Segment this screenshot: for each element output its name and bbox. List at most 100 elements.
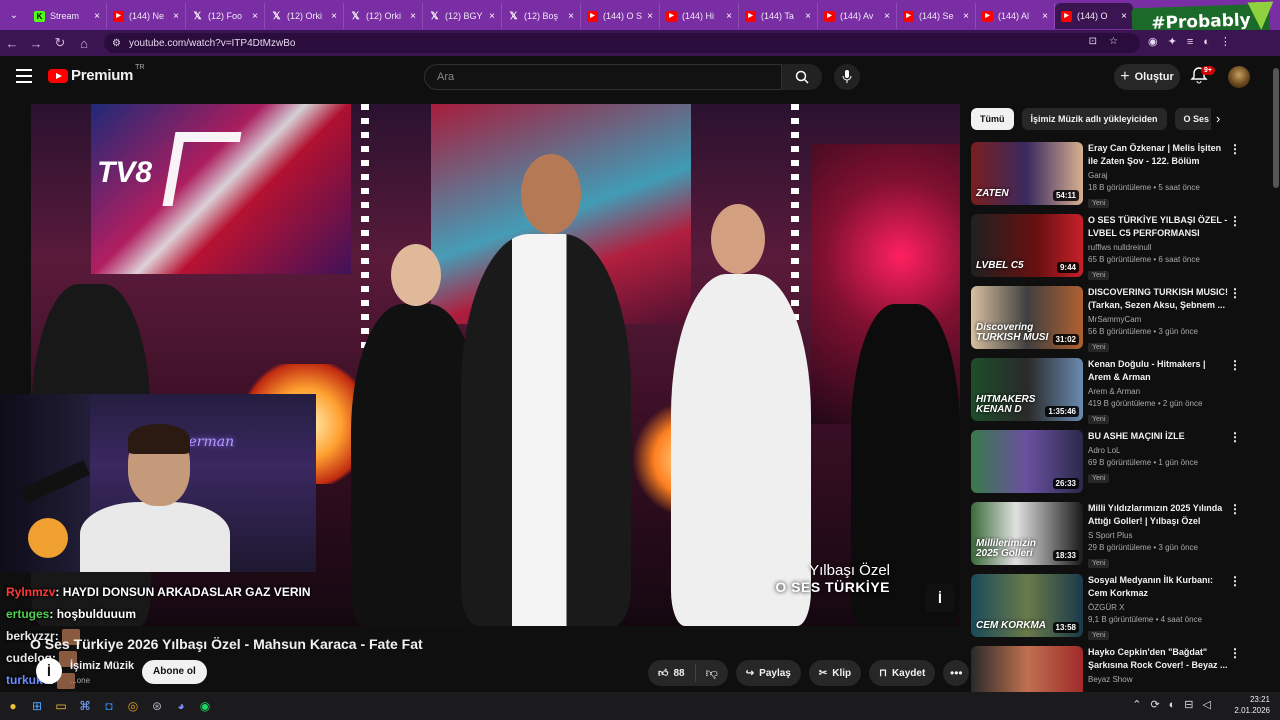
new-badge: Yeni xyxy=(1088,631,1110,640)
close-tab-icon[interactable]: × xyxy=(94,11,100,22)
close-tab-icon[interactable]: × xyxy=(173,11,179,22)
clip-button[interactable]: ✂ Klip xyxy=(808,660,862,686)
menu-icon[interactable] xyxy=(16,69,32,83)
recommended-video[interactable]: 26:33 BU ASHE MAÇINI İZLE Adro LoL 69 B gör… xyxy=(971,430,1245,502)
close-tab-icon[interactable]: × xyxy=(252,11,258,22)
browser-tab[interactable]: 𝕏 (12) Foo × xyxy=(186,3,265,29)
more-options-icon[interactable]: ⋮ xyxy=(1229,646,1241,660)
search-input[interactable]: Ara xyxy=(424,64,782,90)
recommended-video[interactable]: HITMAKERS KENAN D 1:35:46 Kenan Doğulu - H… xyxy=(971,358,1245,430)
forward-icon[interactable]: → xyxy=(24,36,48,51)
browser-tab[interactable]: ▶ (144) Al × xyxy=(976,3,1055,29)
new-badge: Yeni xyxy=(1088,415,1110,424)
bookmark-icon[interactable]: ⊡☆ xyxy=(1089,36,1130,47)
video-thumbnail[interactable]: 26:33 xyxy=(971,430,1083,493)
close-tab-icon[interactable]: × xyxy=(489,11,495,22)
close-tab-icon[interactable]: × xyxy=(647,11,653,22)
discord-icon[interactable]: ◕ xyxy=(170,697,192,715)
system-tray-icon[interactable]: ⌃⟳◐⊟◁ xyxy=(1132,698,1220,711)
home-icon[interactable]: ⌂ xyxy=(72,36,96,51)
browser-tab[interactable]: ▶ (144) Av × xyxy=(818,3,897,29)
browser-tab[interactable]: 𝕏 (12) Boş × xyxy=(502,3,581,29)
browser-tab[interactable]: ▶ (144) Ta × xyxy=(739,3,818,29)
browser-tab[interactable]: ▶ (144) O S × xyxy=(581,3,660,29)
browser-tab[interactable]: ▶ (144) Hi × xyxy=(660,3,739,29)
view-stats: 419 B görüntüleme • 2 gün önce xyxy=(1088,399,1203,408)
close-tab-icon[interactable]: × xyxy=(1121,11,1127,22)
chrome-icon[interactable]: ◎ xyxy=(122,697,144,715)
channel-watermark-logo xyxy=(162,132,242,206)
browser-tab-bar: ⌄ K Stream × ▶ (144) Ne × 𝕏 (12) Foo × 𝕏 (12) Orki… xyxy=(0,0,1280,30)
close-tab-icon[interactable]: × xyxy=(331,11,337,22)
video-thumbnail[interactable]: Millilerimizin 2025 Golleri 18:33 xyxy=(971,502,1083,565)
close-tab-icon[interactable]: × xyxy=(568,11,574,22)
channel-name[interactable]: İşimiz Müzik xyxy=(70,660,134,672)
browser-tab[interactable]: ▶ (144) Se × xyxy=(897,3,976,29)
more-options-icon[interactable]: ⋮ xyxy=(1229,574,1241,588)
recommended-video[interactable]: Discovering TURKISH MUSI 31:02 DISCOVERING… xyxy=(971,286,1245,358)
browser-tab[interactable]: K Stream × xyxy=(28,3,107,29)
close-tab-icon[interactable]: × xyxy=(884,11,890,22)
dev-app-icon[interactable]: ⌘ xyxy=(74,697,96,715)
video-thumbnail[interactable]: Discovering TURKISH MUSI 31:02 xyxy=(971,286,1083,349)
video-thumbnail[interactable]: ZATEN 54:11 xyxy=(971,142,1083,205)
share-button[interactable]: ↪ Paylaş xyxy=(735,660,801,686)
taskbar-clock[interactable]: 23:21 2.01.2026 xyxy=(1234,694,1270,716)
close-tab-icon[interactable]: × xyxy=(805,11,811,22)
more-options-icon[interactable]: ⋮ xyxy=(1229,142,1241,156)
more-options-icon[interactable]: ⋮ xyxy=(1229,502,1241,516)
recommended-video[interactable]: ZATEN 54:11 Eray Can Özkenar | Melis İşite… xyxy=(971,142,1245,214)
reload-icon[interactable]: ↻ xyxy=(48,35,72,51)
close-tab-icon[interactable]: × xyxy=(726,11,732,22)
tab-search-icon[interactable]: ⌄ xyxy=(0,0,28,30)
outlook-icon[interactable]: ◘ xyxy=(98,697,120,715)
address-bar[interactable]: ⚙ youtube.com/watch?v=ITP4DtMzwBo ⊡☆ xyxy=(104,33,1140,53)
video-thumbnail[interactable]: CEM KORKMA 13:58 xyxy=(971,574,1083,637)
more-options-icon[interactable]: ⋮ xyxy=(1229,430,1241,444)
start-icon[interactable]: ⊞ xyxy=(26,697,48,715)
video-thumbnail[interactable]: HITMAKERS KENAN D 1:35:46 xyxy=(971,358,1083,421)
back-icon[interactable]: ← xyxy=(0,36,24,51)
page-scrollbar[interactable] xyxy=(1272,62,1280,692)
video-duration: 13:58 xyxy=(1052,622,1079,633)
create-button[interactable]: + Oluştur xyxy=(1114,64,1180,90)
filter-chip[interactable]: O Ses T xyxy=(1174,108,1211,130)
spotify-icon[interactable]: ◉ xyxy=(194,697,216,715)
chevron-right-icon[interactable]: › xyxy=(1216,111,1220,126)
youtube-premium-logo[interactable]: Premium TR xyxy=(48,64,144,84)
recommended-video[interactable]: CEM KORKMA 13:58 Sosyal Medyanın İlk Kurba… xyxy=(971,574,1245,646)
browser-tab[interactable]: ▶ (144) O × xyxy=(1055,3,1134,29)
browser-tab[interactable]: ▶ (144) Ne × xyxy=(107,3,186,29)
close-tab-icon[interactable]: × xyxy=(410,11,416,22)
account-avatar[interactable] xyxy=(1228,66,1250,88)
recommended-video[interactable]: Millilerimizin 2025 Golleri 18:33 Milli Yı… xyxy=(971,502,1245,574)
close-tab-icon[interactable]: × xyxy=(1042,11,1048,22)
steam-icon[interactable]: ⊛ xyxy=(146,697,168,715)
filter-chip[interactable]: İşimiz Müzik adlı yükleyiciden xyxy=(1021,108,1167,130)
widgets-icon[interactable]: ● xyxy=(2,697,24,715)
channel-avatar[interactable]: İ xyxy=(36,658,62,684)
browser-tab[interactable]: 𝕏 (12) Orki × xyxy=(265,3,344,29)
close-tab-icon[interactable]: × xyxy=(963,11,969,22)
search-button[interactable] xyxy=(782,64,822,90)
extensions-icon[interactable]: ◉✦≡◐⋮ xyxy=(1148,35,1241,48)
site-info-icon[interactable]: ⚙ xyxy=(112,38,121,49)
more-options-icon[interactable]: ⋮ xyxy=(1229,358,1241,372)
file-explorer-icon[interactable]: ▭ xyxy=(50,697,72,715)
channel-name: Beyaz Show xyxy=(1088,675,1133,684)
browser-tab[interactable]: 𝕏 (12) BGY × xyxy=(423,3,502,29)
video-thumbnail[interactable]: LVBEL C5 9:44 xyxy=(971,214,1083,277)
browser-tab[interactable]: 𝕏 (12) Orki × xyxy=(344,3,423,29)
like-button[interactable]: 👍︎ 88 xyxy=(648,664,696,682)
more-options-icon[interactable]: ⋮ xyxy=(1229,286,1241,300)
share-icon: ↪ xyxy=(745,667,755,679)
filter-chip[interactable]: Tümü xyxy=(971,108,1014,130)
voice-search-button[interactable] xyxy=(834,64,860,90)
chat-message: ertuges: hoşbulduuum xyxy=(6,604,316,626)
dislike-button[interactable]: 👎︎ xyxy=(696,666,728,681)
recommended-video[interactable]: LVBEL C5 9:44 O SES TÜRKİYE YILBAŞI ÖZEL -… xyxy=(971,214,1245,286)
more-options-icon[interactable]: ⋮ xyxy=(1229,214,1241,228)
save-button[interactable]: ⊓ Kaydet xyxy=(869,660,936,686)
more-actions-icon[interactable]: ••• xyxy=(943,660,970,686)
subscribe-button[interactable]: Abone ol xyxy=(142,660,207,684)
